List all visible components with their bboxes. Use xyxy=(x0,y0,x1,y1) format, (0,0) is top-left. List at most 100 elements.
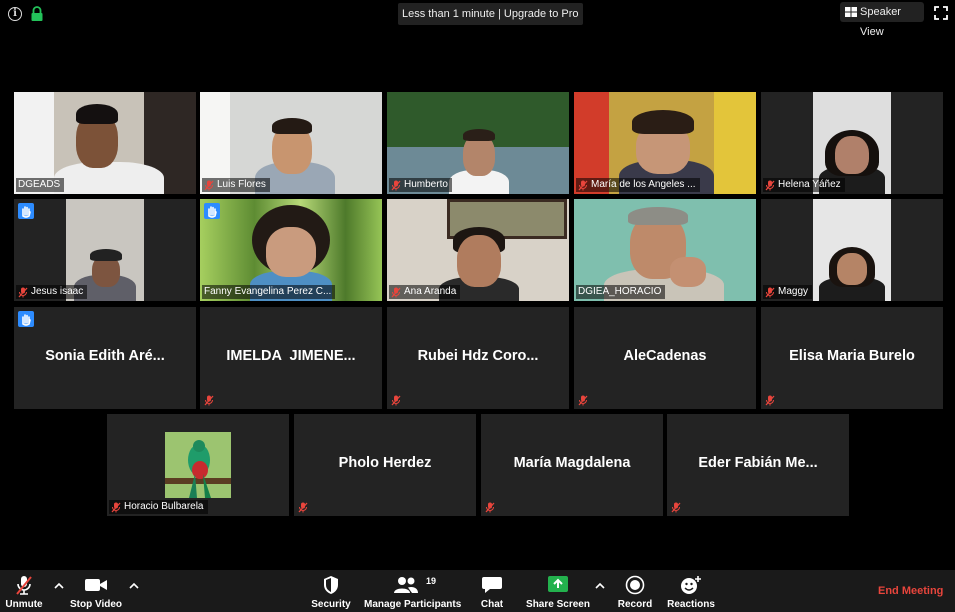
name-tile-eder-fabian[interactable]: Eder Fabián Me... xyxy=(667,414,849,516)
video-tile-humberto[interactable]: Humberto xyxy=(387,92,569,194)
participant-label: Maggy xyxy=(763,285,813,299)
participant-label: Luis Flores xyxy=(202,178,270,192)
video-options-chevron-up-icon[interactable] xyxy=(129,582,139,590)
name-tile-rubei-hdz[interactable]: Rubei Hdz Coro... xyxy=(387,307,569,409)
speaker-view-label: Speaker View xyxy=(860,6,901,38)
quetzal-bird-avatar xyxy=(165,432,231,498)
raised-hand-icon xyxy=(208,206,217,218)
participant-label: Fanny Evangelina Perez C... xyxy=(202,285,336,299)
meeting-timer[interactable]: Less than 1 minute | Upgrade to Pro xyxy=(398,3,583,25)
muted-mic-icon xyxy=(765,395,775,406)
muted-mic-icon xyxy=(391,395,401,406)
share-screen-label: Share Screen xyxy=(526,599,590,610)
video-tile-ana-aranda[interactable]: Ana Aranda xyxy=(387,199,569,301)
participant-name: Jesus isaac xyxy=(31,286,84,297)
security-label: Security xyxy=(311,599,351,610)
reactions-button[interactable]: Reactions xyxy=(666,570,716,612)
participants-icon xyxy=(394,577,418,593)
video-tile-fanny-evangelina[interactable]: Fanny Evangelina Perez C... xyxy=(200,199,382,301)
name-tile-elisa-maria-burelo[interactable]: Elisa Maria Burelo xyxy=(761,307,943,409)
fullscreen-icon[interactable] xyxy=(934,6,948,20)
name-tile-alecadenas[interactable]: AleCadenas xyxy=(574,307,756,409)
participant-name: Fanny Evangelina Perez C... xyxy=(204,286,332,297)
participant-name: DGIEA_HORACIO xyxy=(578,286,662,297)
security-button[interactable]: Security xyxy=(308,570,354,612)
record-label: Record xyxy=(617,599,653,610)
share-screen-arrow-icon xyxy=(548,576,568,592)
chat-button[interactable]: Chat xyxy=(472,570,512,612)
participant-label: DGEADS xyxy=(16,178,65,192)
participant-display-name: Sonia Edith Aré... xyxy=(45,348,165,364)
video-tile-jesus-isaac[interactable]: Jesus isaac xyxy=(14,199,196,301)
raised-hand-icon xyxy=(22,206,31,218)
participant-name: Ana Aranda xyxy=(404,286,457,297)
muted-mic-icon xyxy=(391,180,401,190)
stop-video-button[interactable]: Stop Video xyxy=(66,570,126,612)
manage-participants-button[interactable]: 19 Manage Participants xyxy=(364,570,462,612)
speaker-view-button[interactable]: Speaker View xyxy=(840,2,924,38)
video-tile-dgiea-horacio[interactable]: DGIEA_HORACIO xyxy=(574,199,756,301)
name-tile-sonia-edith[interactable]: Sonia Edith Aré... xyxy=(14,307,196,409)
grid-view-icon xyxy=(845,7,857,17)
participant-count-badge: 19 xyxy=(426,576,437,586)
lock-icon[interactable] xyxy=(30,6,44,22)
share-options-chevron-up-icon[interactable] xyxy=(595,582,605,590)
audio-options-chevron-up-icon[interactable] xyxy=(54,582,64,590)
photo-tile-horacio-bulbarela[interactable]: Horacio Bulbarela xyxy=(107,414,289,516)
muted-mic-icon xyxy=(578,395,588,406)
manage-participants-label: Manage Participants xyxy=(364,599,462,610)
unmute-label: Unmute xyxy=(5,599,43,610)
participant-display-name: IMELDA JIMENE... xyxy=(226,348,356,364)
meeting-info-icon[interactable]: i xyxy=(8,7,22,21)
raise-hand-badge xyxy=(18,203,34,219)
participant-name: María de los Angeles ... xyxy=(591,179,696,190)
participant-label: Helena Yáñez xyxy=(763,178,845,192)
participant-label: Horacio Bulbarela xyxy=(109,500,208,514)
muted-mic-icon xyxy=(485,502,495,513)
smiley-plus-icon xyxy=(681,576,701,594)
reactions-label: Reactions xyxy=(667,599,715,610)
participant-name: Luis Flores xyxy=(217,179,266,190)
unmute-button[interactable]: Unmute xyxy=(2,570,46,612)
record-button[interactable]: Record xyxy=(614,570,656,612)
participant-display-name: Rubei Hdz Coro... xyxy=(417,348,539,364)
muted-mic-icon xyxy=(18,287,28,297)
raise-hand-badge xyxy=(18,311,34,327)
participant-label: DGIEA_HORACIO xyxy=(576,285,666,299)
participant-display-name: María Magdalena xyxy=(513,455,631,471)
participant-name: Horacio Bulbarela xyxy=(124,501,204,512)
muted-mic-icon xyxy=(765,180,775,190)
participant-display-name: Eder Fabián Me... xyxy=(698,455,818,471)
raised-hand-icon xyxy=(22,314,31,326)
participant-display-name: Elisa Maria Burelo xyxy=(789,348,915,364)
end-meeting-button[interactable]: End Meeting xyxy=(878,585,943,597)
shield-icon xyxy=(324,576,338,594)
participant-label: Humberto xyxy=(389,178,452,192)
name-tile-maria-magdalena[interactable]: María Magdalena xyxy=(481,414,663,516)
video-camera-icon xyxy=(85,579,107,591)
meeting-toolbar: Unmute Stop Video Security 19 Manage Par… xyxy=(0,570,955,612)
participant-display-name: AleCadenas xyxy=(623,348,707,364)
participant-label: María de los Angeles ... xyxy=(576,178,700,192)
participant-name: DGEADS xyxy=(18,179,61,190)
muted-mic-icon xyxy=(204,180,214,190)
muted-mic-icon xyxy=(111,502,121,512)
record-icon xyxy=(625,575,645,595)
name-tile-imelda-jimene[interactable]: IMELDA JIMENE... xyxy=(200,307,382,409)
video-tile-helena-yanez[interactable]: Helena Yáñez xyxy=(761,92,943,194)
participant-display-name: Pholo Herdez xyxy=(338,455,432,471)
video-tile-maggy[interactable]: Maggy xyxy=(761,199,943,301)
participant-name: Humberto xyxy=(404,179,448,190)
participant-name: Helena Yáñez xyxy=(778,179,841,190)
muted-microphone-icon xyxy=(16,576,32,595)
video-tile-luis-flores[interactable]: Luis Flores xyxy=(200,92,382,194)
muted-mic-icon xyxy=(671,502,681,513)
share-screen-button[interactable]: Share Screen xyxy=(526,570,590,612)
top-bar: i Less than 1 minute | Upgrade to Pro Sp… xyxy=(0,0,955,38)
chat-label: Chat xyxy=(480,599,504,610)
video-tile-dgeads[interactable]: DGEADS xyxy=(14,92,196,194)
name-tile-pholo-herdez[interactable]: Pholo Herdez xyxy=(294,414,476,516)
video-tile-maria-de-los-angeles[interactable]: María de los Angeles ... xyxy=(574,92,756,194)
muted-mic-icon xyxy=(391,287,401,297)
muted-mic-icon xyxy=(298,502,308,513)
